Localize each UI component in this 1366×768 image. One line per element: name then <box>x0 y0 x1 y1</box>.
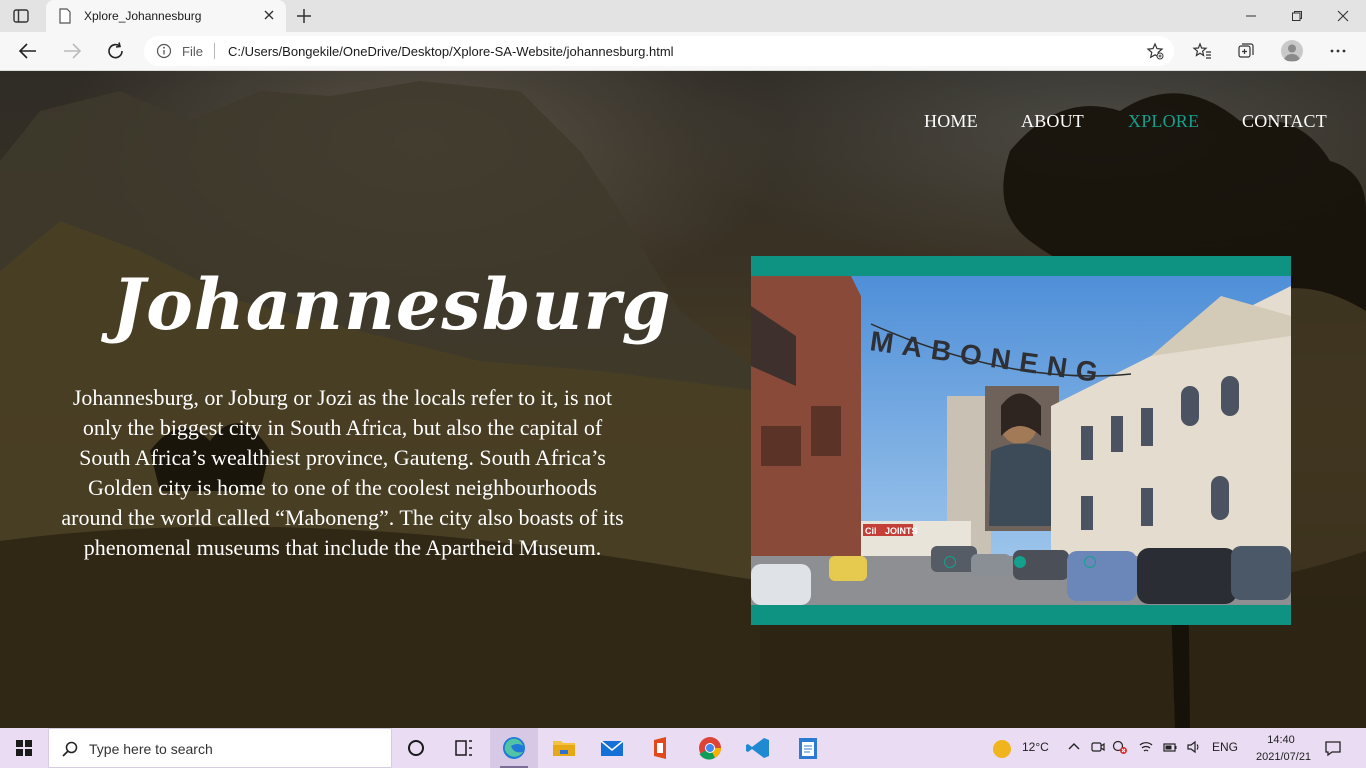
chrome-icon[interactable] <box>686 728 734 768</box>
slide-dot-1[interactable] <box>944 556 956 568</box>
restore-icon[interactable] <box>1274 0 1320 32</box>
nav-about-link[interactable]: ABOUT <box>1021 111 1084 132</box>
shop-sign-prefix: Cil <box>865 526 877 536</box>
browser-tab[interactable]: Xplore_Johannesburg <box>46 0 286 32</box>
task-view-icon[interactable] <box>440 728 488 768</box>
search-placeholder: Type here to search <box>89 741 213 757</box>
forward-icon[interactable] <box>60 40 84 62</box>
office-icon[interactable] <box>636 728 684 768</box>
collections-icon[interactable] <box>1236 41 1256 61</box>
windows-taskbar: Type here to search 12°C ENG 14:40 2021/… <box>0 728 1366 768</box>
slide-dot-2[interactable] <box>1014 556 1026 568</box>
tab-actions-icon[interactable] <box>12 7 30 25</box>
minimize-icon[interactable] <box>1228 0 1274 32</box>
clock-time: 14:40 <box>1267 734 1295 746</box>
more-options-icon[interactable] <box>1328 41 1348 61</box>
language-indicator[interactable]: ENG <box>1212 740 1238 754</box>
add-favorite-icon[interactable] <box>1146 42 1164 60</box>
slide-dot-3[interactable] <box>1084 556 1096 568</box>
profile-avatar[interactable] <box>1281 40 1303 62</box>
favorites-icon[interactable] <box>1192 41 1212 61</box>
file-explorer-icon[interactable] <box>540 728 588 768</box>
page-icon <box>58 8 72 24</box>
weather-icon[interactable] <box>993 740 1011 758</box>
windows-start-icon[interactable] <box>0 728 48 768</box>
notification-error-icon[interactable] <box>1112 739 1128 760</box>
info-icon[interactable] <box>156 43 172 59</box>
refresh-icon[interactable] <box>104 40 128 62</box>
tab-title: Xplore_Johannesburg <box>84 9 202 23</box>
address-separator <box>214 43 215 59</box>
new-tab-icon[interactable] <box>294 6 314 26</box>
address-scheme-label: File <box>182 44 203 59</box>
url-text[interactable]: C:/Users/Bongekile/OneDrive/Desktop/Xplo… <box>228 44 674 59</box>
nav-home-link[interactable]: HOME <box>924 111 978 132</box>
volume-icon[interactable] <box>1186 739 1202 760</box>
weather-temperature[interactable]: 12°C <box>1022 740 1049 754</box>
shop-sign: JOINTS <box>885 526 918 536</box>
nav-xplore-link[interactable]: XPLORE <box>1128 111 1199 132</box>
wifi-icon[interactable] <box>1138 739 1154 760</box>
search-icon <box>61 740 79 758</box>
hidden-icons-chevron-icon[interactable] <box>1066 739 1082 760</box>
meet-now-icon[interactable] <box>1090 739 1106 760</box>
mail-icon[interactable] <box>588 728 636 768</box>
close-window-icon[interactable] <box>1320 0 1366 32</box>
edge-browser-icon[interactable] <box>490 728 538 768</box>
back-icon[interactable] <box>16 40 40 62</box>
clock-date: 2021/07/21 <box>1256 751 1312 763</box>
taskbar-search-box[interactable]: Type here to search <box>48 728 392 768</box>
system-clock[interactable]: 14:40 2021/07/21 <box>1256 732 1312 766</box>
close-tab-icon[interactable] <box>262 8 276 22</box>
cortana-icon[interactable] <box>392 728 440 768</box>
image-slideshow: Cil JOINTS MABONENG <box>751 256 1291 625</box>
page-content: HOME ABOUT XPLORE CONTACT Johannesburg J… <box>0 71 1366 728</box>
notepad-icon[interactable] <box>784 728 832 768</box>
battery-icon[interactable] <box>1162 739 1178 760</box>
page-title: Johannesburg <box>112 263 672 346</box>
nav-contact-link[interactable]: CONTACT <box>1242 111 1327 132</box>
intro-paragraph: Johannesburg, or Joburg or Jozi as the l… <box>61 385 624 560</box>
notifications-icon[interactable] <box>1324 739 1342 762</box>
maboneng-street-photo: Cil JOINTS MABONENG <box>751 276 1291 605</box>
address-toolbar: File C:/Users/Bongekile/OneDrive/Desktop… <box>0 32 1366 71</box>
address-bar[interactable]: File C:/Users/Bongekile/OneDrive/Desktop… <box>144 36 1174 66</box>
vscode-icon[interactable] <box>734 728 782 768</box>
browser-tab-strip: Xplore_Johannesburg <box>0 0 1366 32</box>
